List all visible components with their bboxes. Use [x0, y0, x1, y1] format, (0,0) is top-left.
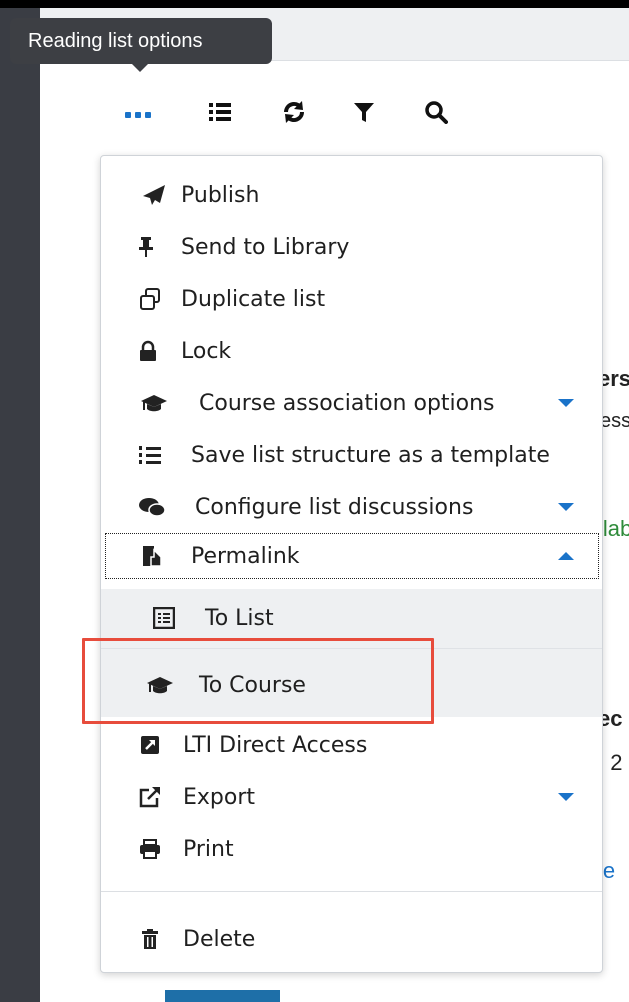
- filter-icon: [353, 101, 375, 127]
- list-view-button[interactable]: [202, 96, 238, 132]
- background-thumbnail: [165, 990, 280, 1002]
- numbered-list-icon: [135, 440, 165, 470]
- menu-item-label: Permalink: [191, 543, 300, 569]
- menu-item-label: Export: [183, 784, 256, 810]
- file-link-icon: [137, 541, 167, 571]
- tooltip-arrow: [132, 64, 148, 72]
- menu-item-send-to-library[interactable]: Send to Library: [101, 221, 602, 273]
- lock-icon: [133, 336, 163, 366]
- filter-button[interactable]: [346, 96, 382, 132]
- menu-item-print[interactable]: Print: [101, 823, 602, 875]
- chevron-down-icon: [558, 399, 574, 407]
- menu-item-permalink[interactable]: Permalink: [101, 530, 602, 582]
- menu-item-course-association-options[interactable]: Course association options: [101, 377, 602, 429]
- search-icon: [424, 100, 448, 128]
- background-text-fragment: ess: [600, 410, 629, 432]
- menu-item-label: Duplicate list: [181, 286, 326, 312]
- menu-item-label: To List: [205, 605, 274, 631]
- chevron-up-icon: [558, 552, 574, 560]
- menu-item-lock[interactable]: Lock: [101, 325, 602, 377]
- comments-icon: [137, 492, 167, 522]
- menu-item-label: Print: [183, 836, 234, 862]
- print-icon: [135, 834, 165, 864]
- duplicate-icon: [135, 284, 165, 314]
- list-icon: [208, 101, 232, 127]
- ellipsis-icon: [124, 105, 152, 124]
- trash-icon: [135, 924, 165, 954]
- submenu-item-to-list[interactable]: To List: [101, 591, 602, 645]
- reading-list-options-tooltip: Reading list options: [10, 18, 272, 64]
- paper-plane-icon: [139, 180, 169, 210]
- refresh-icon: [282, 100, 306, 128]
- menu-item-label: Configure list discussions: [195, 494, 474, 520]
- menu-item-label: Delete: [183, 926, 256, 952]
- pin-icon: [131, 232, 161, 262]
- chevron-down-icon: [558, 503, 574, 511]
- menu-divider: [101, 891, 602, 892]
- menu-item-label: Publish: [181, 182, 260, 208]
- tooltip-text: Reading list options: [28, 30, 203, 52]
- menu-item-label: Lock: [181, 338, 232, 364]
- menu-item-publish[interactable]: Publish: [101, 169, 602, 221]
- menu-item-label: LTI Direct Access: [183, 732, 368, 758]
- chevron-down-icon: [558, 793, 574, 801]
- menu-item-lti-direct-access[interactable]: LTI Direct Access: [101, 719, 602, 771]
- menu-item-label: Send to Library: [181, 234, 350, 260]
- external-link-icon: [135, 782, 165, 812]
- menu-item-duplicate-list[interactable]: Duplicate list: [101, 273, 602, 325]
- menu-item-label: Course association options: [199, 390, 495, 416]
- window-top-border: [0, 0, 629, 8]
- reading-list-options-menu: Publish Send to Library Duplicate list L…: [100, 155, 603, 973]
- more-options-button[interactable]: [120, 96, 156, 132]
- menu-item-save-list-structure-template[interactable]: Save list structure as a template: [101, 429, 602, 481]
- menu-item-delete[interactable]: Delete: [101, 913, 602, 965]
- list-alt-icon: [149, 603, 179, 633]
- search-button[interactable]: [418, 96, 454, 132]
- left-sidebar: [0, 8, 40, 1002]
- external-link-square-icon: [135, 730, 165, 760]
- menu-item-label: Save list structure as a template: [191, 442, 550, 468]
- menu-item-configure-list-discussions[interactable]: Configure list discussions: [101, 481, 602, 533]
- highlight-annotation-box: [82, 638, 434, 724]
- graduation-cap-icon: [139, 388, 169, 418]
- menu-item-export[interactable]: Export: [101, 771, 602, 823]
- refresh-button[interactable]: [276, 96, 312, 132]
